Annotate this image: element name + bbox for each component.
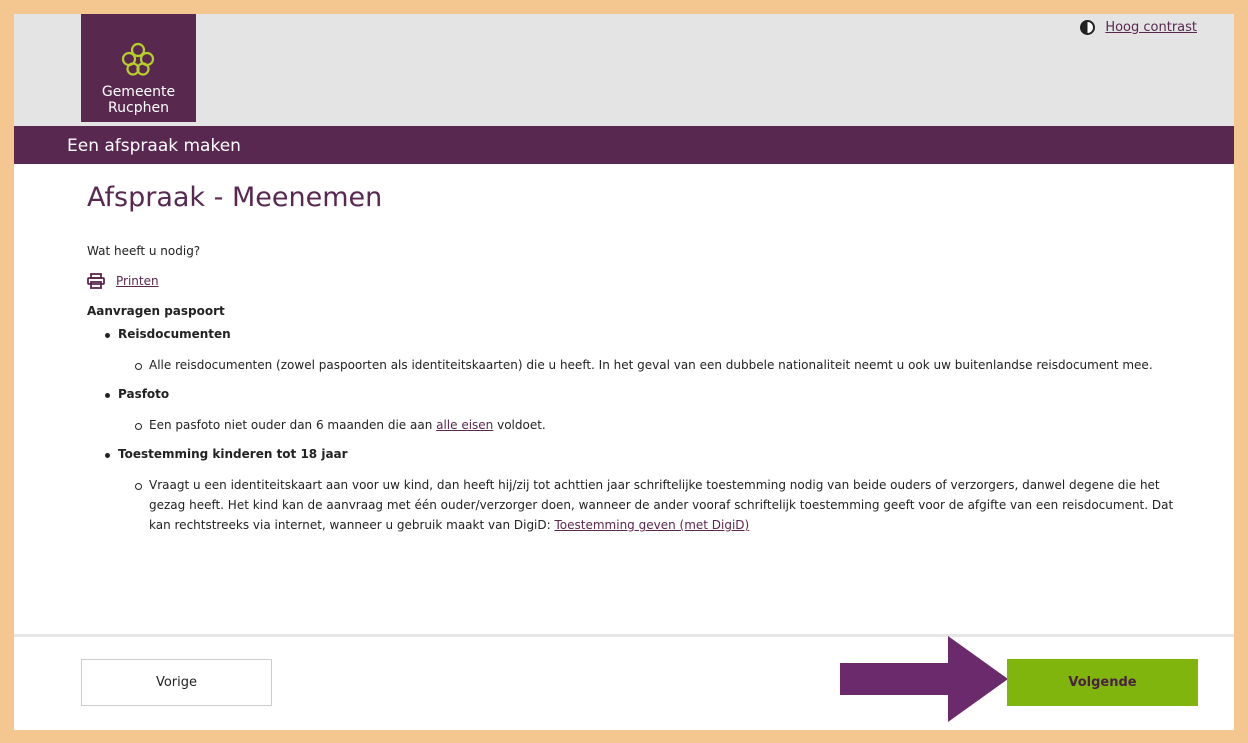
logo-line-1: Gemeente [101, 84, 176, 100]
high-contrast-toggle[interactable]: Hoog contrast [1080, 20, 1197, 35]
requirements-link[interactable]: alle eisen [436, 418, 493, 432]
list-item: Toestemming kinderen tot 18 jaar Vraagt … [87, 447, 1197, 535]
header: Gemeente Rucphen Hoog contrast [14, 14, 1234, 126]
sub-list: Alle reisdocumenten (zowel paspoorten al… [118, 355, 1197, 375]
contrast-icon [1080, 20, 1096, 35]
print-link[interactable]: Printen [116, 274, 159, 288]
item-text: Alle reisdocumenten (zowel paspoorten al… [149, 358, 1153, 372]
previous-button[interactable]: Vorige [81, 659, 272, 706]
list-item: Pasfoto Een pasfoto niet ouder dan 6 maa… [87, 387, 1197, 435]
page-banner: Een afspraak maken [14, 126, 1234, 164]
annotation-arrow-icon [840, 636, 1008, 722]
item-text-after: voldoet. [493, 418, 546, 432]
printer-icon [87, 273, 105, 289]
item-title-pasfoto: Pasfoto [118, 387, 170, 401]
item-title-toestemming: Toestemming kinderen tot 18 jaar [118, 447, 348, 461]
question-text: Wat heeft u nodig? [87, 244, 201, 258]
footer-divider [14, 634, 1234, 637]
page-title: Afspraak - Meenemen [87, 182, 383, 213]
logo-line-2: Rucphen [108, 100, 169, 116]
logo[interactable]: Gemeente Rucphen [81, 14, 196, 122]
print-action[interactable]: Printen [87, 273, 1197, 289]
sub-list: Een pasfoto niet ouder dan 6 maanden die… [118, 415, 1197, 435]
digid-consent-link[interactable]: Toestemming geven (met DigiD) [555, 518, 750, 532]
item-title-reisdocumenten: Reisdocumenten [118, 327, 231, 341]
list-item: Reisdocumenten Alle reisdocumenten (zowe… [87, 327, 1197, 375]
sub-list: Vraagt u een identiteitskaart aan voor u… [118, 475, 1197, 535]
banner-title: Een afspraak maken [67, 136, 241, 156]
high-contrast-link[interactable]: Hoog contrast [1105, 20, 1197, 35]
sub-list-item: Alle reisdocumenten (zowel paspoorten al… [118, 355, 1197, 375]
requirements-list: Reisdocumenten Alle reisdocumenten (zowe… [87, 327, 1197, 535]
sub-list-item: Een pasfoto niet ouder dan 6 maanden die… [118, 415, 1197, 435]
next-button[interactable]: Volgende [1007, 659, 1198, 706]
item-text-before: Een pasfoto niet ouder dan 6 maanden die… [149, 418, 437, 432]
sub-list-item: Vraagt u een identiteitskaart aan voor u… [118, 475, 1197, 535]
main-content: Afspraak - Meenemen Wat heeft u nodig? P… [87, 164, 1197, 547]
page: Gemeente Rucphen Hoog contrast Een afspr… [14, 14, 1234, 730]
section-title: Aanvragen paspoort [87, 304, 225, 318]
logo-text: Gemeente Rucphen [81, 84, 196, 116]
flower-logo-icon [121, 42, 155, 76]
